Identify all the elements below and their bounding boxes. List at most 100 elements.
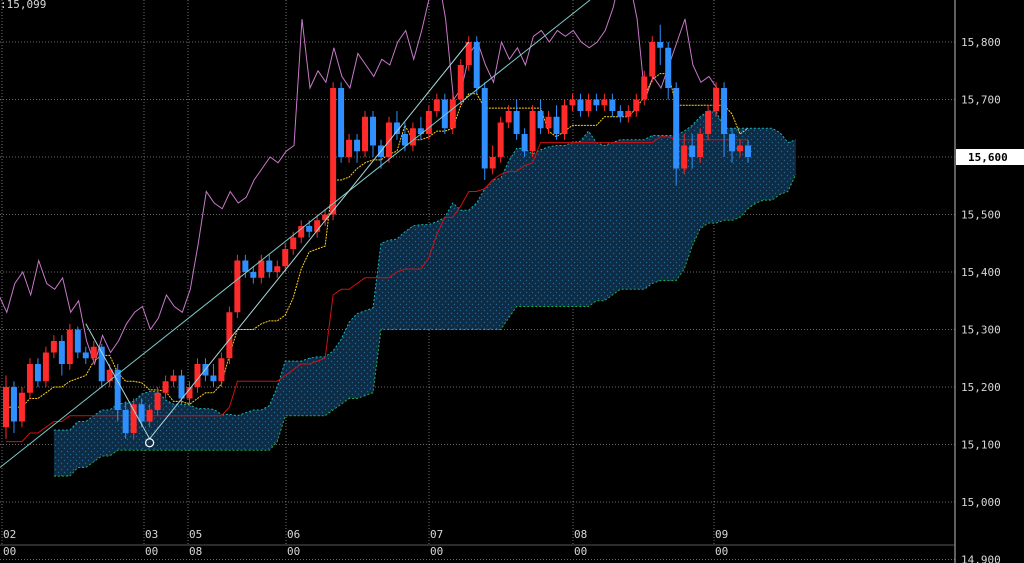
candle-body [497, 122, 504, 157]
candle-body [146, 410, 153, 422]
candle-body [122, 410, 129, 433]
candle-body [242, 260, 249, 272]
candle-body [18, 392, 25, 422]
x-tick-label: 05 [189, 528, 202, 541]
x-tick-label: 00 [287, 545, 300, 558]
candle-body [457, 65, 464, 100]
candle-body [90, 346, 97, 359]
candle-body [82, 352, 89, 359]
x-tick-label: 00 [3, 545, 16, 558]
candle-body [330, 88, 337, 215]
candle-body [513, 111, 520, 134]
x-tick-label: 00 [574, 545, 587, 558]
candle-body [290, 237, 297, 249]
candle-body [625, 111, 632, 117]
candle-body [649, 42, 656, 77]
candle-body [721, 88, 728, 134]
price-axis: 15,800 15,700 15,600 15,500 15,400 15,300 15,2… [954, 0, 1024, 563]
x-tick-label: 03 [145, 528, 158, 541]
y-tick-label: 15,000 [961, 496, 1001, 509]
candle-body [697, 134, 704, 157]
candlestick-chart: 15,800 15,700 15,600 15,500 15,400 15,300 15,2… [0, 0, 1024, 563]
x-tick-label: 06 [287, 528, 300, 541]
candle-body [689, 145, 696, 157]
candle-body [601, 99, 608, 106]
candle-body [218, 358, 225, 382]
candle-body [569, 99, 576, 106]
candle-body [354, 139, 361, 152]
x-tick-label: 00 [430, 545, 443, 558]
candle-body [433, 99, 440, 111]
candle-body [274, 266, 281, 272]
candle-body [385, 122, 392, 157]
candle-body [673, 88, 680, 169]
candle-body [609, 99, 616, 111]
candle-body [26, 364, 33, 393]
candle-body [713, 88, 720, 111]
candle-body [66, 329, 73, 364]
y-tick-label: 15,700 [961, 94, 1001, 107]
candle-body [138, 404, 145, 422]
candle-body [266, 260, 273, 272]
x-tick-label: 00 [145, 545, 158, 558]
y-tick-label: 15,200 [961, 381, 1001, 394]
x-tick-label: 08 [574, 528, 587, 541]
candle-body [234, 260, 241, 313]
y-tick-label: 15,100 [961, 439, 1001, 452]
candle-body [537, 111, 544, 129]
candle-body [50, 341, 57, 353]
candle-body [481, 88, 488, 169]
candle-body [338, 88, 345, 157]
candle-body [178, 375, 185, 399]
candle-body [657, 42, 664, 48]
candle-body [465, 42, 472, 65]
last-price-label: 15,600 [968, 151, 1008, 164]
candle-body [250, 272, 257, 278]
candle-body [226, 312, 233, 359]
x-tick-label: 09 [715, 528, 728, 541]
candle-body [258, 260, 265, 278]
candle-body [681, 145, 688, 169]
candle-body [282, 249, 289, 267]
candle-body [58, 341, 65, 364]
candle-body [401, 134, 408, 146]
candle-body [154, 392, 161, 410]
y-tick-label: 15,500 [961, 209, 1001, 222]
candle-body [641, 76, 648, 100]
candle-body [3, 387, 9, 428]
candle-body [417, 128, 424, 134]
candle-body [170, 375, 177, 382]
candle-body [409, 128, 416, 146]
candle-body [737, 145, 744, 152]
y-tick-label: 15,400 [961, 266, 1001, 279]
candle-body [306, 226, 313, 232]
y-tick-label: 15,300 [961, 324, 1001, 337]
candle-body [130, 404, 137, 433]
candle-body [425, 111, 432, 134]
candle-body [545, 116, 552, 129]
candle-body [162, 381, 169, 393]
candle-body [489, 157, 496, 169]
candle-body [346, 139, 353, 157]
candle-body [505, 111, 512, 123]
candle-body [449, 99, 456, 129]
candle-body [362, 116, 369, 152]
candle-body [521, 134, 528, 152]
candle-body [593, 99, 600, 106]
candle-body [210, 375, 217, 382]
candle-body [34, 364, 41, 382]
candle-body [665, 47, 672, 88]
candle-body [10, 387, 17, 422]
candle-body [42, 352, 49, 382]
x-tick-label: 08 [189, 545, 202, 558]
candle-body [577, 99, 584, 111]
candle-body [194, 364, 201, 387]
candle-body [473, 42, 480, 88]
candle-body [370, 116, 377, 146]
candle-body [705, 111, 712, 134]
candle-body [585, 99, 592, 111]
y-tick-label: 15,800 [961, 36, 1001, 49]
time-axis: 02 00 03 00 05 08 06 00 07 00 08 00 09 00 [0, 528, 955, 558]
candle-body [633, 99, 640, 111]
candle-body [617, 111, 624, 117]
